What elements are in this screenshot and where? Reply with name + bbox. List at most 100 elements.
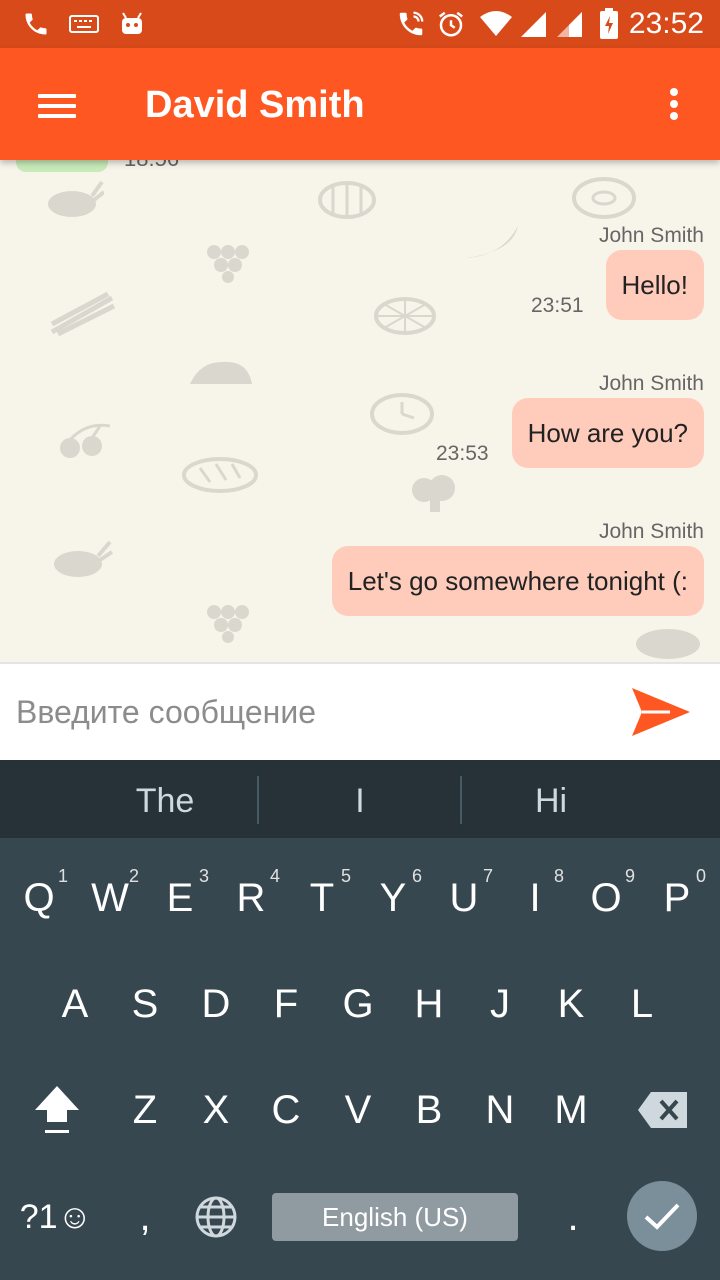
app-bar: David Smith — [0, 48, 720, 160]
key-b[interactable]: B — [394, 1070, 464, 1150]
key-n[interactable]: N — [465, 1070, 535, 1150]
more-vertical-icon[interactable] — [658, 84, 690, 124]
key-comma[interactable]: , — [110, 1177, 180, 1257]
symbols-key[interactable]: ?1☺ — [14, 1177, 98, 1257]
status-bar: 23:52 — [0, 0, 720, 48]
phone-icon — [20, 8, 52, 40]
key-label: Y — [379, 876, 407, 920]
bread-doodle-icon — [182, 457, 258, 493]
suggestion-strip: The I Hi — [0, 760, 720, 838]
android-icon — [116, 8, 148, 40]
send-icon[interactable] — [630, 684, 694, 740]
status-time: 23:52 — [628, 7, 704, 40]
key-g[interactable]: G — [323, 964, 393, 1044]
key-period[interactable]: . — [538, 1177, 608, 1257]
key-i[interactable]: I8 — [500, 858, 570, 938]
key-hint: 7 — [482, 866, 493, 886]
key-hint: 0 — [695, 866, 706, 886]
signal-icon — [554, 8, 584, 40]
watermelon-doodle-icon — [318, 181, 376, 219]
message-sender: John Smith — [598, 224, 704, 247]
signal-icon — [518, 8, 548, 40]
message-time: 23:53 — [436, 442, 489, 465]
key-z[interactable]: Z — [110, 1070, 180, 1150]
steak-doodle-icon — [636, 629, 700, 659]
key-label: W — [91, 876, 129, 920]
key-m[interactable]: M — [536, 1070, 606, 1150]
keyboard-icon — [68, 8, 100, 40]
message-list[interactable]: 18:56 John Smith Hello! 23:51 John Smith… — [0, 160, 720, 662]
suggestion-1[interactable]: The — [70, 760, 260, 838]
alarm-icon — [434, 8, 468, 40]
message-composer — [0, 662, 720, 760]
key-label: U — [449, 876, 479, 920]
cherries-doodle-icon — [60, 423, 111, 458]
key-c[interactable]: C — [251, 1070, 321, 1150]
key-a[interactable]: A — [40, 964, 110, 1044]
roast-chicken-doodle-icon — [190, 361, 252, 384]
clock-doodle-icon — [370, 393, 434, 435]
grapes-doodle-icon — [207, 245, 249, 283]
key-x[interactable]: X — [181, 1070, 251, 1150]
key-p[interactable]: P0 — [642, 858, 712, 938]
shift-icon[interactable] — [20, 1070, 94, 1150]
message-bubble[interactable]: How are you? — [511, 398, 704, 468]
pineapple-doodle-icon — [54, 540, 114, 577]
checkmark-icon[interactable] — [627, 1181, 697, 1251]
key-j[interactable]: J — [465, 964, 535, 1044]
space-bar[interactable]: English (US) — [272, 1193, 518, 1241]
key-hint: 4 — [269, 866, 280, 886]
globe-icon[interactable] — [181, 1177, 251, 1257]
wifi-icon — [478, 8, 514, 40]
key-d[interactable]: D — [181, 964, 251, 1044]
key-h[interactable]: H — [394, 964, 464, 1044]
suggestion-2[interactable]: I — [262, 760, 458, 838]
key-k[interactable]: K — [536, 964, 606, 1044]
broccoli-doodle-icon — [412, 475, 455, 512]
suggestion-3[interactable]: Hi — [462, 760, 640, 838]
previous-message-bubble — [16, 160, 108, 172]
key-label: O — [590, 876, 622, 920]
pineapple-doodle-icon — [48, 180, 104, 217]
key-hint: 8 — [553, 866, 564, 886]
message-bubble[interactable]: Hello! — [605, 250, 704, 320]
key-hint: 5 — [340, 866, 351, 886]
backspace-icon[interactable] — [628, 1070, 698, 1150]
key-o[interactable]: O9 — [571, 858, 641, 938]
key-hint: 3 — [198, 866, 209, 886]
conversation-title: David Smith — [145, 84, 365, 126]
key-s[interactable]: S — [110, 964, 180, 1044]
key-f[interactable]: F — [251, 964, 321, 1044]
battery-charging-icon — [596, 8, 622, 40]
key-q[interactable]: Q1 — [4, 858, 74, 938]
key-v[interactable]: V — [323, 1070, 393, 1150]
donut-doodle-icon — [572, 177, 636, 219]
key-label: I — [529, 876, 541, 920]
grapes-doodle-icon — [207, 605, 249, 643]
message-input[interactable] — [16, 682, 596, 742]
hamburger-icon[interactable] — [30, 84, 82, 124]
key-hint: 1 — [57, 866, 68, 886]
key-l[interactable]: L — [607, 964, 677, 1044]
key-hint: 2 — [128, 866, 139, 886]
key-y[interactable]: Y6 — [358, 858, 428, 938]
key-label: E — [166, 876, 194, 920]
key-r[interactable]: R4 — [216, 858, 286, 938]
orange-slice-doodle-icon — [374, 297, 436, 335]
key-hint: 6 — [411, 866, 422, 886]
key-t[interactable]: T5 — [287, 858, 357, 938]
message-bubble[interactable]: Let's go somewhere tonight (: — [331, 546, 704, 616]
soft-keyboard: The I Hi Q1 W2 E3 R4 T5 Y6 U7 I8 O9 P0 A… — [0, 760, 720, 1280]
suggestion-divider — [257, 776, 259, 824]
key-u[interactable]: U7 — [429, 858, 499, 938]
key-label: T — [309, 876, 335, 920]
key-hint: 9 — [624, 866, 635, 886]
banana-doodle-icon — [466, 226, 518, 258]
previous-message-time: 18:56 — [124, 160, 179, 172]
key-e[interactable]: E3 — [145, 858, 215, 938]
message-time: 23:51 — [531, 294, 584, 317]
key-label: Q — [23, 876, 55, 920]
key-label: R — [236, 876, 266, 920]
call-in-progress-icon — [394, 8, 428, 40]
key-w[interactable]: W2 — [75, 858, 145, 938]
